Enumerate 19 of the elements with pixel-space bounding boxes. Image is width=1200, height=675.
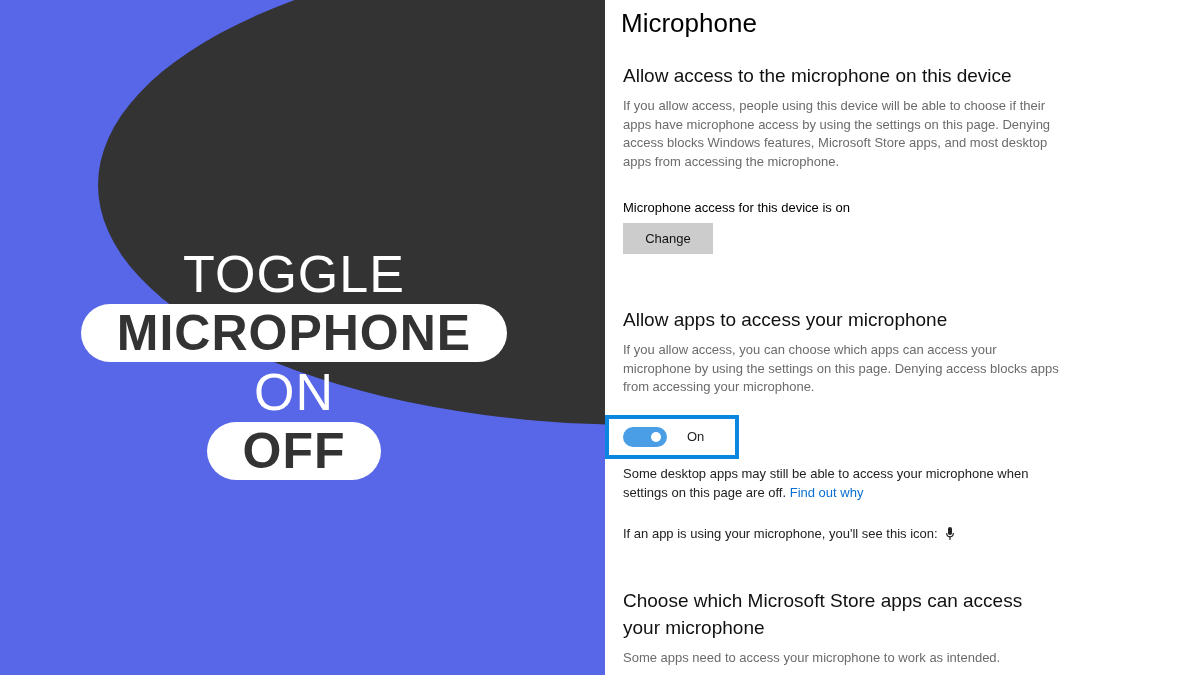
toggle-label: On [687, 429, 705, 445]
headline-text: TOGGLE [183, 246, 405, 302]
microphone-icon [945, 527, 954, 541]
toggle-switch[interactable] [623, 426, 667, 447]
change-button[interactable]: Change [623, 222, 713, 254]
section-heading: Allow apps to access your microphone [623, 307, 949, 332]
headline-text: ON [254, 364, 334, 420]
note-text: Some desktop apps may still be able to access your microphone when settings on this page are off. Find out why [623, 464, 1030, 502]
page-title: Microphone [621, 8, 758, 39]
description-text: Some apps need to access your microphone to work as intended. [623, 649, 1002, 668]
find-out-link[interactable]: Find out why [789, 484, 864, 500]
headline-pill: OFF [206, 422, 382, 480]
section-heading: Allow access to the microphone on this device [623, 64, 1013, 88]
description-text: If you allow access, you can choose which apps can access your microphone by using the settings on this page. Denying access blocks apps from accessing your microphone. [623, 340, 1060, 397]
info-text: If an app is using your microphone, you'll see this icon: [623, 526, 938, 542]
headline-pill: MICROPHONE [80, 304, 508, 362]
description-text: If you allow access, people using this device will be able to choose if their apps have microphone access by using the settings on this page. Denying access blocks Windows features, Microsoft Store apps, and most desktop apps from accessing the microphone. [623, 97, 1052, 172]
section-heading: Choose which Microsoft Store apps can access your microphone [623, 589, 1024, 641]
status-text: Microphone access for this device is on [623, 199, 851, 215]
